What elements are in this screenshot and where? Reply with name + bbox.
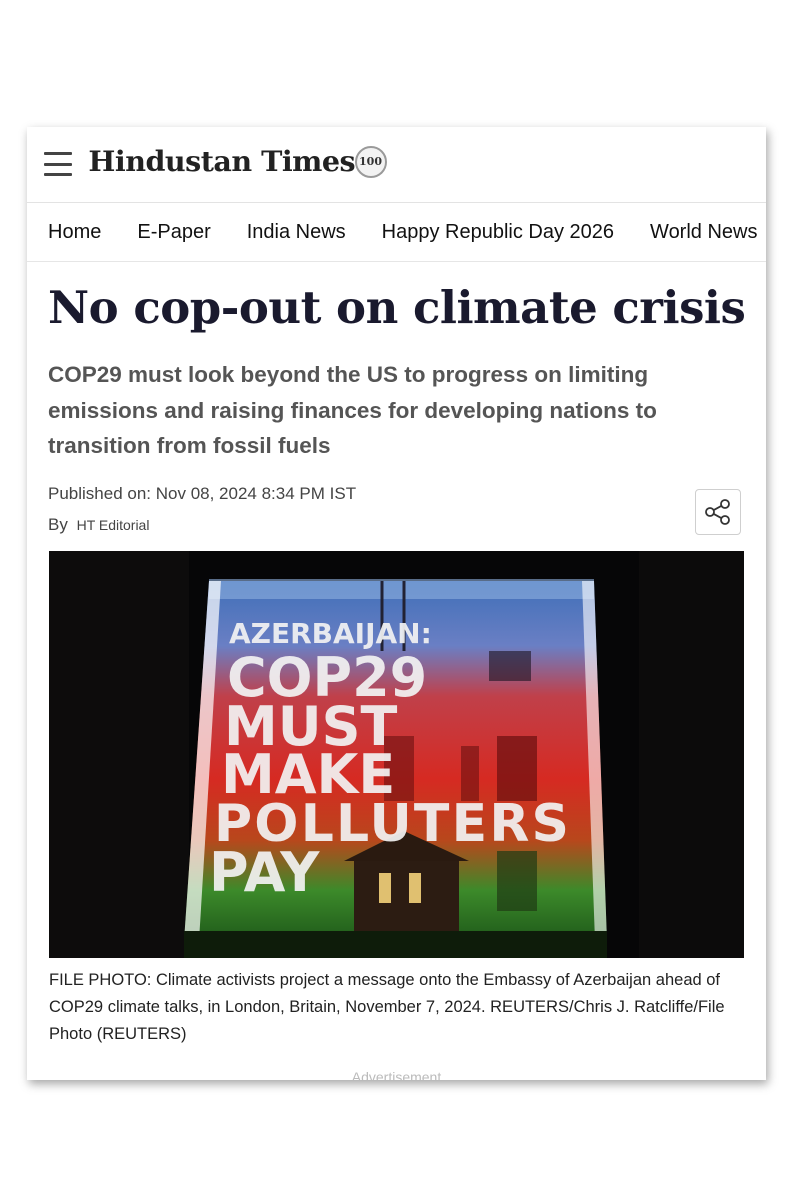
byline-label: By xyxy=(48,515,68,534)
hamburger-menu-icon[interactable] xyxy=(44,152,72,176)
site-header: Hindustan Times 100 xyxy=(27,127,766,203)
nav-item-india-news[interactable]: India News xyxy=(247,221,346,244)
article-summary: COP29 must look beyond the US to progres… xyxy=(48,362,657,458)
article-photo[interactable]: AZERBAIJAN: COP29 MUST MAKE POLLUTERS PA… xyxy=(49,551,744,958)
embassy-projection-image: AZERBAIJAN: COP29 MUST MAKE POLLUTERS PA… xyxy=(49,551,744,958)
logo-text: Hindustan Times xyxy=(88,145,356,178)
nav-item-world-news[interactable]: World News xyxy=(650,221,757,244)
share-button[interactable] xyxy=(695,489,741,535)
article-page: Hindustan Times 100 Home E-Paper India N… xyxy=(27,127,766,1080)
share-icon xyxy=(705,499,730,525)
site-logo[interactable]: Hindustan Times 100 xyxy=(88,145,387,178)
main-nav: Home E-Paper India News Happy Republic D… xyxy=(27,203,766,262)
article-headline: No cop-out on climate crisis xyxy=(48,281,746,334)
author-name[interactable]: HT Editorial xyxy=(77,517,150,533)
nav-item-e-paper[interactable]: E-Paper xyxy=(137,221,210,244)
byline: By HT Editorial xyxy=(48,515,149,535)
projected-line-6: PAY xyxy=(209,841,320,904)
centenary-badge-icon: 100 xyxy=(354,145,387,178)
publish-date: Published on: Nov 08, 2024 8:34 PM IST xyxy=(48,484,357,503)
nav-item-republic-day[interactable]: Happy Republic Day 2026 xyxy=(382,221,614,244)
nav-item-home[interactable]: Home xyxy=(48,221,101,244)
advertisement-label: Advertisement xyxy=(351,1069,442,1080)
photo-caption: FILE PHOTO: Climate activists project a … xyxy=(49,971,725,1043)
